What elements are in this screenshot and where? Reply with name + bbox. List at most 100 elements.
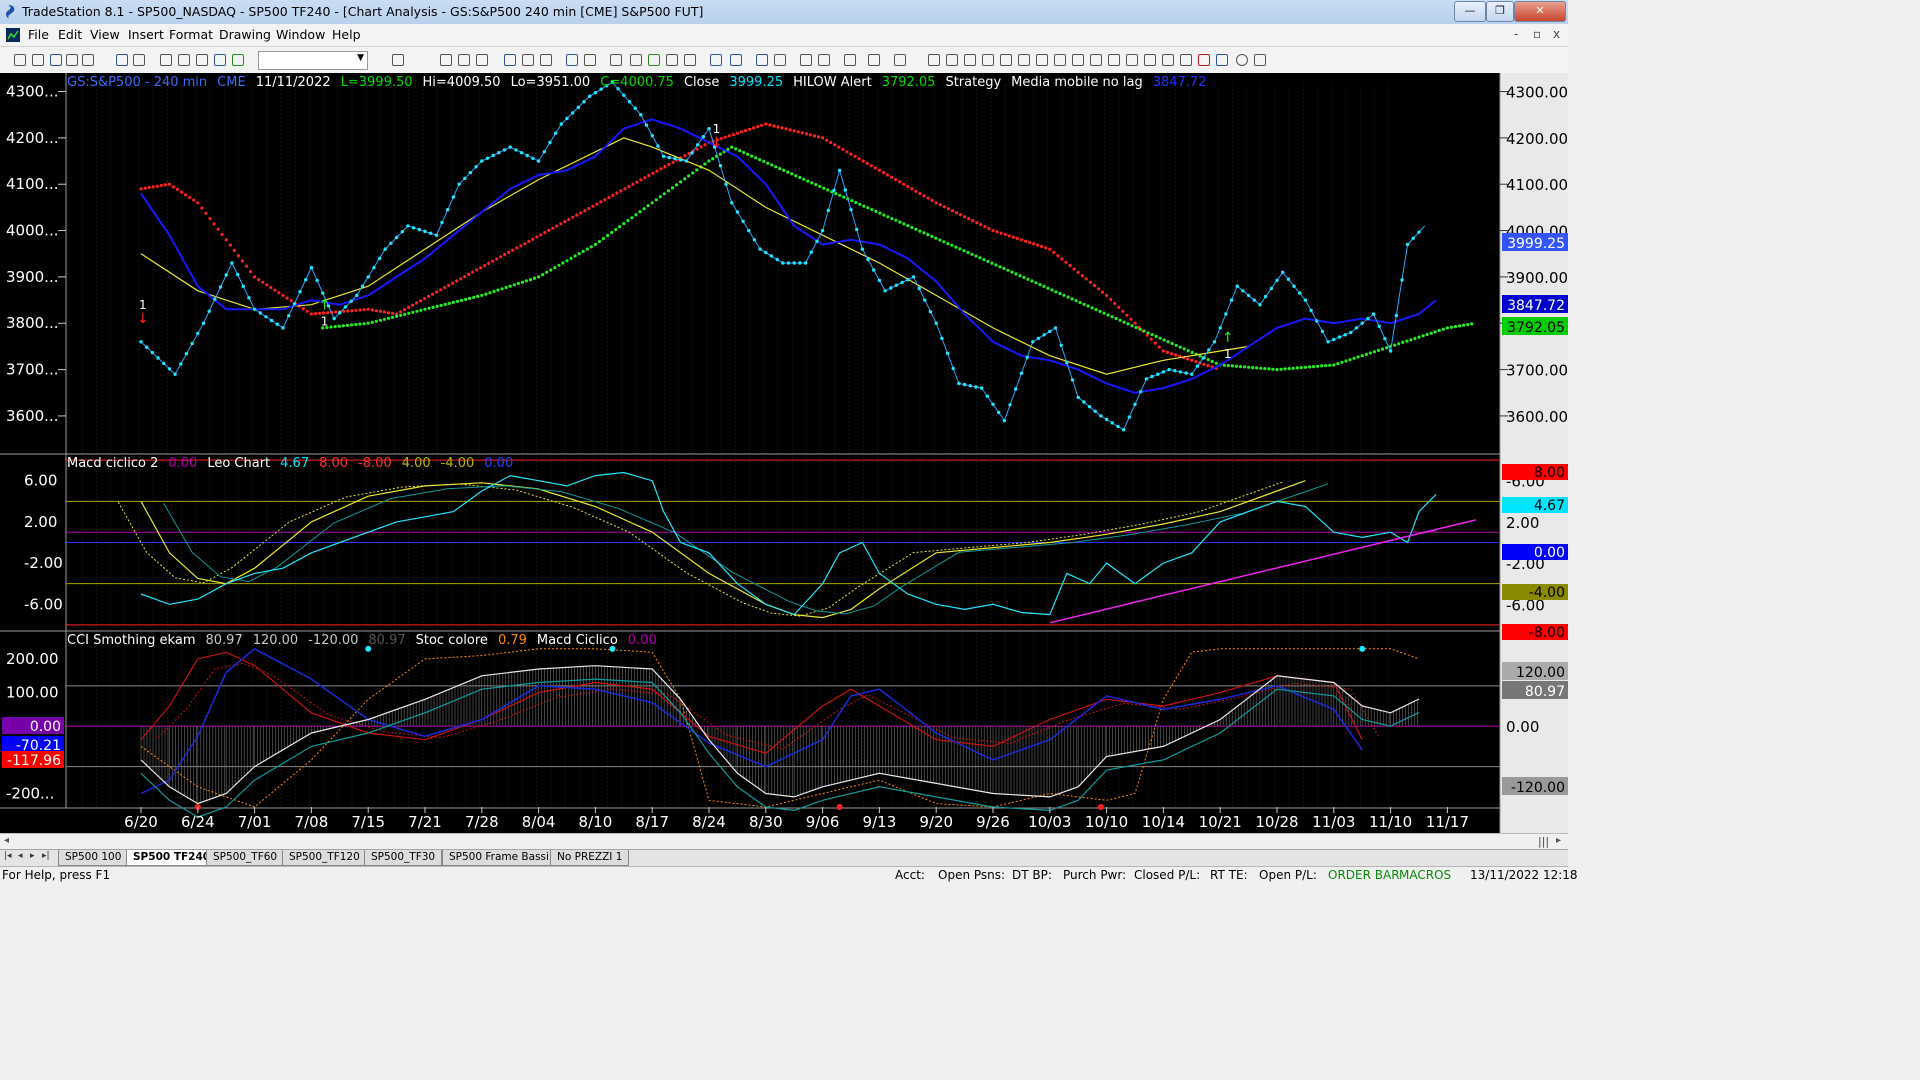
open-folder-icon[interactable]: [32, 54, 44, 66]
minimize-button[interactable]: —: [1454, 1, 1486, 22]
regression-channel-icon[interactable]: [1072, 54, 1084, 66]
tab-last-icon[interactable]: ▸|: [42, 851, 50, 861]
restore-button[interactable]: ❐: [1486, 1, 1514, 22]
menu-edit[interactable]: Edit: [58, 27, 82, 42]
close-button[interactable]: ✕: [1514, 1, 1566, 22]
menu-insert[interactable]: Insert: [128, 27, 164, 42]
link-icon[interactable]: [584, 54, 596, 66]
format-symbol-icon[interactable]: [440, 54, 452, 66]
trendline-icon[interactable]: [928, 54, 940, 66]
tools-icon[interactable]: [844, 54, 856, 66]
hilow-bull-series-dot: [902, 222, 906, 226]
data-window-icon[interactable]: [214, 54, 226, 66]
window-cascade-icon[interactable]: [160, 54, 172, 66]
zoom-out-icon[interactable]: [774, 54, 786, 66]
macd-badge-minus4-text: -4.00: [1529, 585, 1565, 601]
fibonacci-icon[interactable]: [982, 54, 994, 66]
symbol-dropdown[interactable]: ▼: [258, 51, 368, 70]
hilow-bear-series-dot: [467, 272, 471, 276]
tab-sp500-tf120[interactable]: SP500_TF120: [282, 850, 367, 866]
tab-prev-icon[interactable]: ◂: [18, 851, 23, 861]
order-bar-toggle[interactable]: ORDER BAR: [1328, 868, 1400, 882]
macd-badge-0-text: 0.00: [1534, 545, 1565, 561]
horizontal-lines-icon[interactable]: [964, 54, 976, 66]
mdi-restore-button[interactable]: ▫: [1533, 27, 1541, 41]
candlestick-icon[interactable]: [540, 54, 552, 66]
window-tile-icon[interactable]: [178, 54, 190, 66]
channel-icon[interactable]: [1126, 54, 1138, 66]
horizontal-scrollbar[interactable]: ◂ ||| ▸: [0, 833, 1568, 850]
tab-first-icon[interactable]: |◂: [4, 851, 12, 861]
zoom-in-icon[interactable]: [756, 54, 768, 66]
close-series-dot: [1235, 284, 1239, 288]
new-file-icon[interactable]: [14, 54, 26, 66]
close-series-dot: [656, 144, 660, 148]
grid-icon[interactable]: [894, 54, 906, 66]
cut-icon[interactable]: [116, 54, 128, 66]
matrix-icon[interactable]: [630, 54, 642, 66]
ellipse-icon[interactable]: [1236, 54, 1248, 66]
hilow-bear-series-dot: [930, 198, 934, 202]
chart-analysis-icon[interactable]: [648, 54, 660, 66]
close-series-dot: [184, 352, 189, 356]
andrews-pitchfork-icon[interactable]: [1054, 54, 1066, 66]
mdi-close-button[interactable]: x: [1553, 27, 1560, 41]
menu-view[interactable]: View: [90, 27, 120, 42]
arrow-up-blue-icon[interactable]: [1216, 54, 1228, 66]
hilow-bull-series-dot: [1186, 349, 1190, 353]
arrow-down-red-icon[interactable]: [1198, 54, 1210, 66]
tab-sp500-tf30[interactable]: SP500_TF30: [364, 850, 443, 866]
copy-icon[interactable]: [133, 54, 145, 66]
insert-indicator-icon[interactable]: [476, 54, 488, 66]
menu-format[interactable]: Format: [169, 27, 213, 42]
symbol-lookup-icon[interactable]: [392, 54, 404, 66]
strategy-icon[interactable]: [232, 54, 244, 66]
pointer-icon[interactable]: [800, 54, 812, 66]
line-chart-icon[interactable]: [522, 54, 534, 66]
mdi-minimize-button[interactable]: -: [1514, 27, 1518, 41]
zoom-bars-in-icon[interactable]: [710, 54, 722, 66]
tab-no-prezzi-1[interactable]: No PREZZI 1: [550, 850, 630, 866]
offset-lines-icon[interactable]: [1108, 54, 1120, 66]
scroll-thumb-icon[interactable]: |||: [1538, 835, 1549, 848]
hilow-bear-series-dot: [261, 280, 265, 284]
macros-toggle[interactable]: MACROS: [1399, 868, 1451, 882]
menu-drawing[interactable]: Drawing: [219, 27, 271, 42]
chart-svg[interactable]: 4300... 4300.00 4200... 4200.00 4100... 4100.…: [0, 73, 1568, 833]
print-icon[interactable]: [82, 54, 94, 66]
arc-icon[interactable]: [1000, 54, 1012, 66]
chart-window-icon[interactable]: [6, 28, 20, 42]
menu-file[interactable]: File: [28, 27, 49, 42]
tab-next-icon[interactable]: ▸: [30, 851, 35, 861]
gann-fan-icon[interactable]: [1018, 54, 1030, 66]
tab-sp500-tf60[interactable]: SP500_TF60: [206, 850, 285, 866]
tab-sp500-tf240[interactable]: SP500 TF240: [126, 850, 218, 866]
close-series-dot: [1207, 348, 1211, 352]
vertical-lines-icon[interactable]: [946, 54, 958, 66]
print-preview-icon[interactable]: [66, 54, 78, 66]
refresh-icon[interactable]: [566, 54, 578, 66]
rectangle-icon[interactable]: [1254, 54, 1266, 66]
time-zones-icon[interactable]: [1144, 54, 1156, 66]
pencil-icon[interactable]: [1162, 54, 1174, 66]
scroll-left-icon[interactable]: ◂: [4, 835, 9, 846]
speed-lines-icon[interactable]: [1036, 54, 1048, 66]
display-icon[interactable]: [868, 54, 880, 66]
option-station-icon[interactable]: [666, 54, 678, 66]
lock-icon[interactable]: [196, 54, 208, 66]
tab-sp500-frame-bassi[interactable]: SP500 Frame Bassi: [442, 850, 556, 866]
scroll-right-icon[interactable]: ▸: [1556, 835, 1561, 846]
zoom-bars-out-icon[interactable]: [730, 54, 742, 66]
crosshair-icon[interactable]: [818, 54, 830, 66]
menu-window[interactable]: Window: [276, 27, 325, 42]
check-icon[interactable]: [1180, 54, 1192, 66]
radar-screen-icon[interactable]: [610, 54, 622, 66]
portfolio-icon[interactable]: [684, 54, 696, 66]
menu-help[interactable]: Help: [332, 27, 361, 42]
tab-sp500-100[interactable]: SP500 100: [58, 850, 129, 866]
hilow-bull-series-dot: [854, 200, 858, 205]
bar-chart-icon[interactable]: [504, 54, 516, 66]
cycle-lines-icon[interactable]: [1090, 54, 1102, 66]
save-icon[interactable]: [50, 54, 62, 66]
format-window-icon[interactable]: [458, 54, 470, 66]
